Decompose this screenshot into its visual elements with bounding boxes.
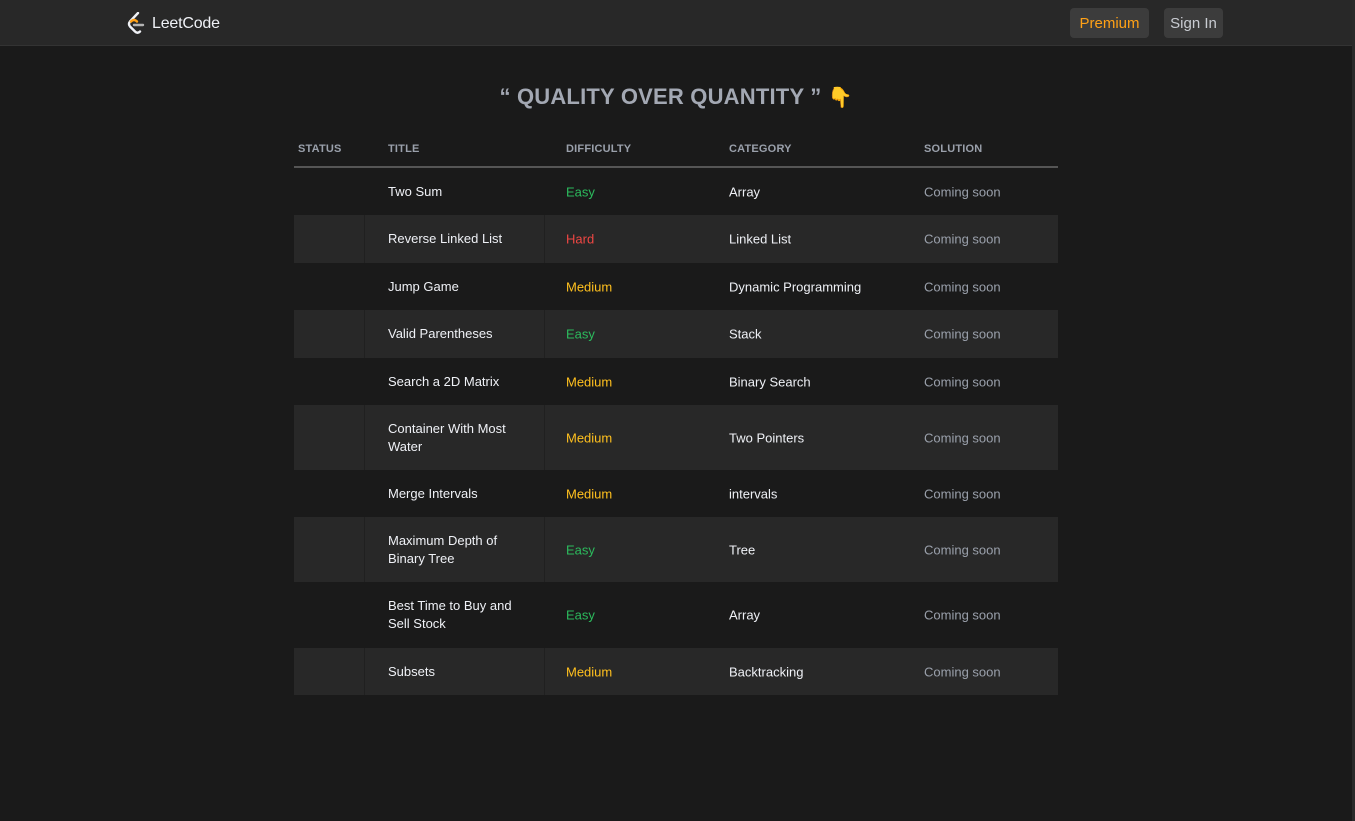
leetcode-logo-icon bbox=[127, 12, 145, 34]
table-row[interactable]: Merge Intervals Medium intervals Coming soo… bbox=[294, 470, 1058, 517]
header-title: TITLE bbox=[388, 143, 420, 155]
solution-status: Coming soon bbox=[924, 664, 1001, 679]
top-navbar: LeetCode Premium Sign In bbox=[0, 0, 1352, 46]
problem-title-link[interactable]: Jump Game bbox=[388, 278, 528, 296]
header-status: STATUS bbox=[298, 143, 342, 155]
difficulty-label: Medium bbox=[566, 374, 613, 389]
problem-title-link[interactable]: Two Sum bbox=[388, 183, 528, 201]
problem-title-link[interactable]: Reverse Linked List bbox=[388, 230, 528, 248]
column-divider bbox=[544, 405, 545, 470]
table-row[interactable]: Jump Game Medium Dynamic Programming Coming… bbox=[294, 263, 1058, 310]
problem-title-link[interactable]: Valid Parentheses bbox=[388, 325, 528, 343]
column-divider bbox=[544, 648, 545, 695]
difficulty-label: Medium bbox=[566, 486, 613, 501]
table-row[interactable]: Two Sum Easy Array Coming soon bbox=[294, 168, 1058, 215]
category-label: Tree bbox=[729, 542, 756, 557]
difficulty-label: Hard bbox=[566, 231, 595, 247]
problem-title-link[interactable]: Search a 2D Matrix bbox=[388, 373, 528, 391]
problem-title-link[interactable]: Best Time to Buy and Sell Stock bbox=[388, 597, 528, 633]
sign-in-button[interactable]: Sign In bbox=[1164, 8, 1223, 38]
difficulty-label: Easy bbox=[566, 184, 595, 199]
solution-status: Coming soon bbox=[924, 430, 1001, 445]
solution-status: Coming soon bbox=[924, 326, 1001, 342]
column-divider bbox=[544, 517, 545, 582]
problem-title-link[interactable]: Subsets bbox=[388, 663, 528, 681]
column-divider bbox=[544, 215, 545, 263]
page-heading-text: “ QUALITY OVER QUANTITY ” bbox=[499, 84, 822, 109]
category-label: Two Pointers bbox=[729, 430, 805, 445]
problem-title-link[interactable]: Maximum Depth of Binary Tree bbox=[388, 532, 528, 568]
page-heading: “ QUALITY OVER QUANTITY ” 👇 bbox=[0, 84, 1352, 110]
solution-status: Coming soon bbox=[924, 607, 1001, 623]
problem-title-link[interactable]: Container With Most Water bbox=[388, 420, 528, 456]
table-row[interactable]: Container With Most Water Medium Two Point… bbox=[294, 405, 1058, 470]
difficulty-label: Easy bbox=[566, 607, 595, 623]
header-category: CATEGORY bbox=[729, 143, 792, 155]
difficulty-label: Medium bbox=[566, 279, 613, 294]
category-label: Binary Search bbox=[729, 374, 811, 389]
column-divider bbox=[364, 215, 365, 263]
column-divider bbox=[364, 517, 365, 582]
premium-button[interactable]: Premium bbox=[1070, 8, 1149, 38]
header-solution: SOLUTION bbox=[924, 143, 983, 155]
table-row[interactable]: Best Time to Buy and Sell Stock Easy Array… bbox=[294, 582, 1058, 648]
table-body: Two Sum Easy Array Coming soon Reverse Linke… bbox=[294, 168, 1058, 695]
category-label: Stack bbox=[729, 326, 762, 342]
table-header: STATUS TITLE DIFFICULTY CATEGORY SOLUTIO… bbox=[294, 132, 1058, 168]
category-label: Dynamic Programming bbox=[729, 279, 862, 294]
table-row[interactable]: Maximum Depth of Binary Tree Easy Tree Comi… bbox=[294, 517, 1058, 582]
solution-status: Coming soon bbox=[924, 184, 1001, 199]
solution-status: Coming soon bbox=[924, 374, 1001, 389]
table-row[interactable]: Reverse Linked List Hard Linked List Coming… bbox=[294, 215, 1058, 263]
solution-status: Coming soon bbox=[924, 486, 1001, 501]
table-row[interactable]: Subsets Medium Backtracking Coming soon bbox=[294, 648, 1058, 695]
column-divider bbox=[544, 310, 545, 358]
column-divider bbox=[364, 405, 365, 470]
pointing-down-emoji: 👇 bbox=[827, 87, 853, 109]
category-label: Linked List bbox=[729, 231, 792, 247]
problems-table: STATUS TITLE DIFFICULTY CATEGORY SOLUTIO… bbox=[294, 132, 1058, 695]
category-label: Backtracking bbox=[729, 664, 804, 679]
column-divider bbox=[364, 310, 365, 358]
difficulty-label: Easy bbox=[566, 326, 595, 342]
logo-text: LeetCode bbox=[152, 15, 220, 32]
table-row[interactable]: Search a 2D Matrix Medium Binary Search Com… bbox=[294, 358, 1058, 405]
leetcode-logo[interactable]: LeetCode bbox=[127, 12, 220, 36]
difficulty-label: Medium bbox=[566, 430, 613, 445]
solution-status: Coming soon bbox=[924, 542, 1001, 557]
problem-title-link[interactable]: Merge Intervals bbox=[388, 485, 528, 503]
solution-status: Coming soon bbox=[924, 279, 1001, 294]
difficulty-label: Medium bbox=[566, 664, 613, 679]
column-divider bbox=[364, 648, 365, 695]
category-label: Array bbox=[729, 607, 761, 623]
difficulty-label: Easy bbox=[566, 542, 595, 557]
category-label: intervals bbox=[729, 486, 778, 501]
category-label: Array bbox=[729, 184, 761, 199]
solution-status: Coming soon bbox=[924, 231, 1001, 247]
header-difficulty: DIFFICULTY bbox=[566, 143, 632, 155]
table-row[interactable]: Valid Parentheses Easy Stack Coming soon bbox=[294, 310, 1058, 358]
